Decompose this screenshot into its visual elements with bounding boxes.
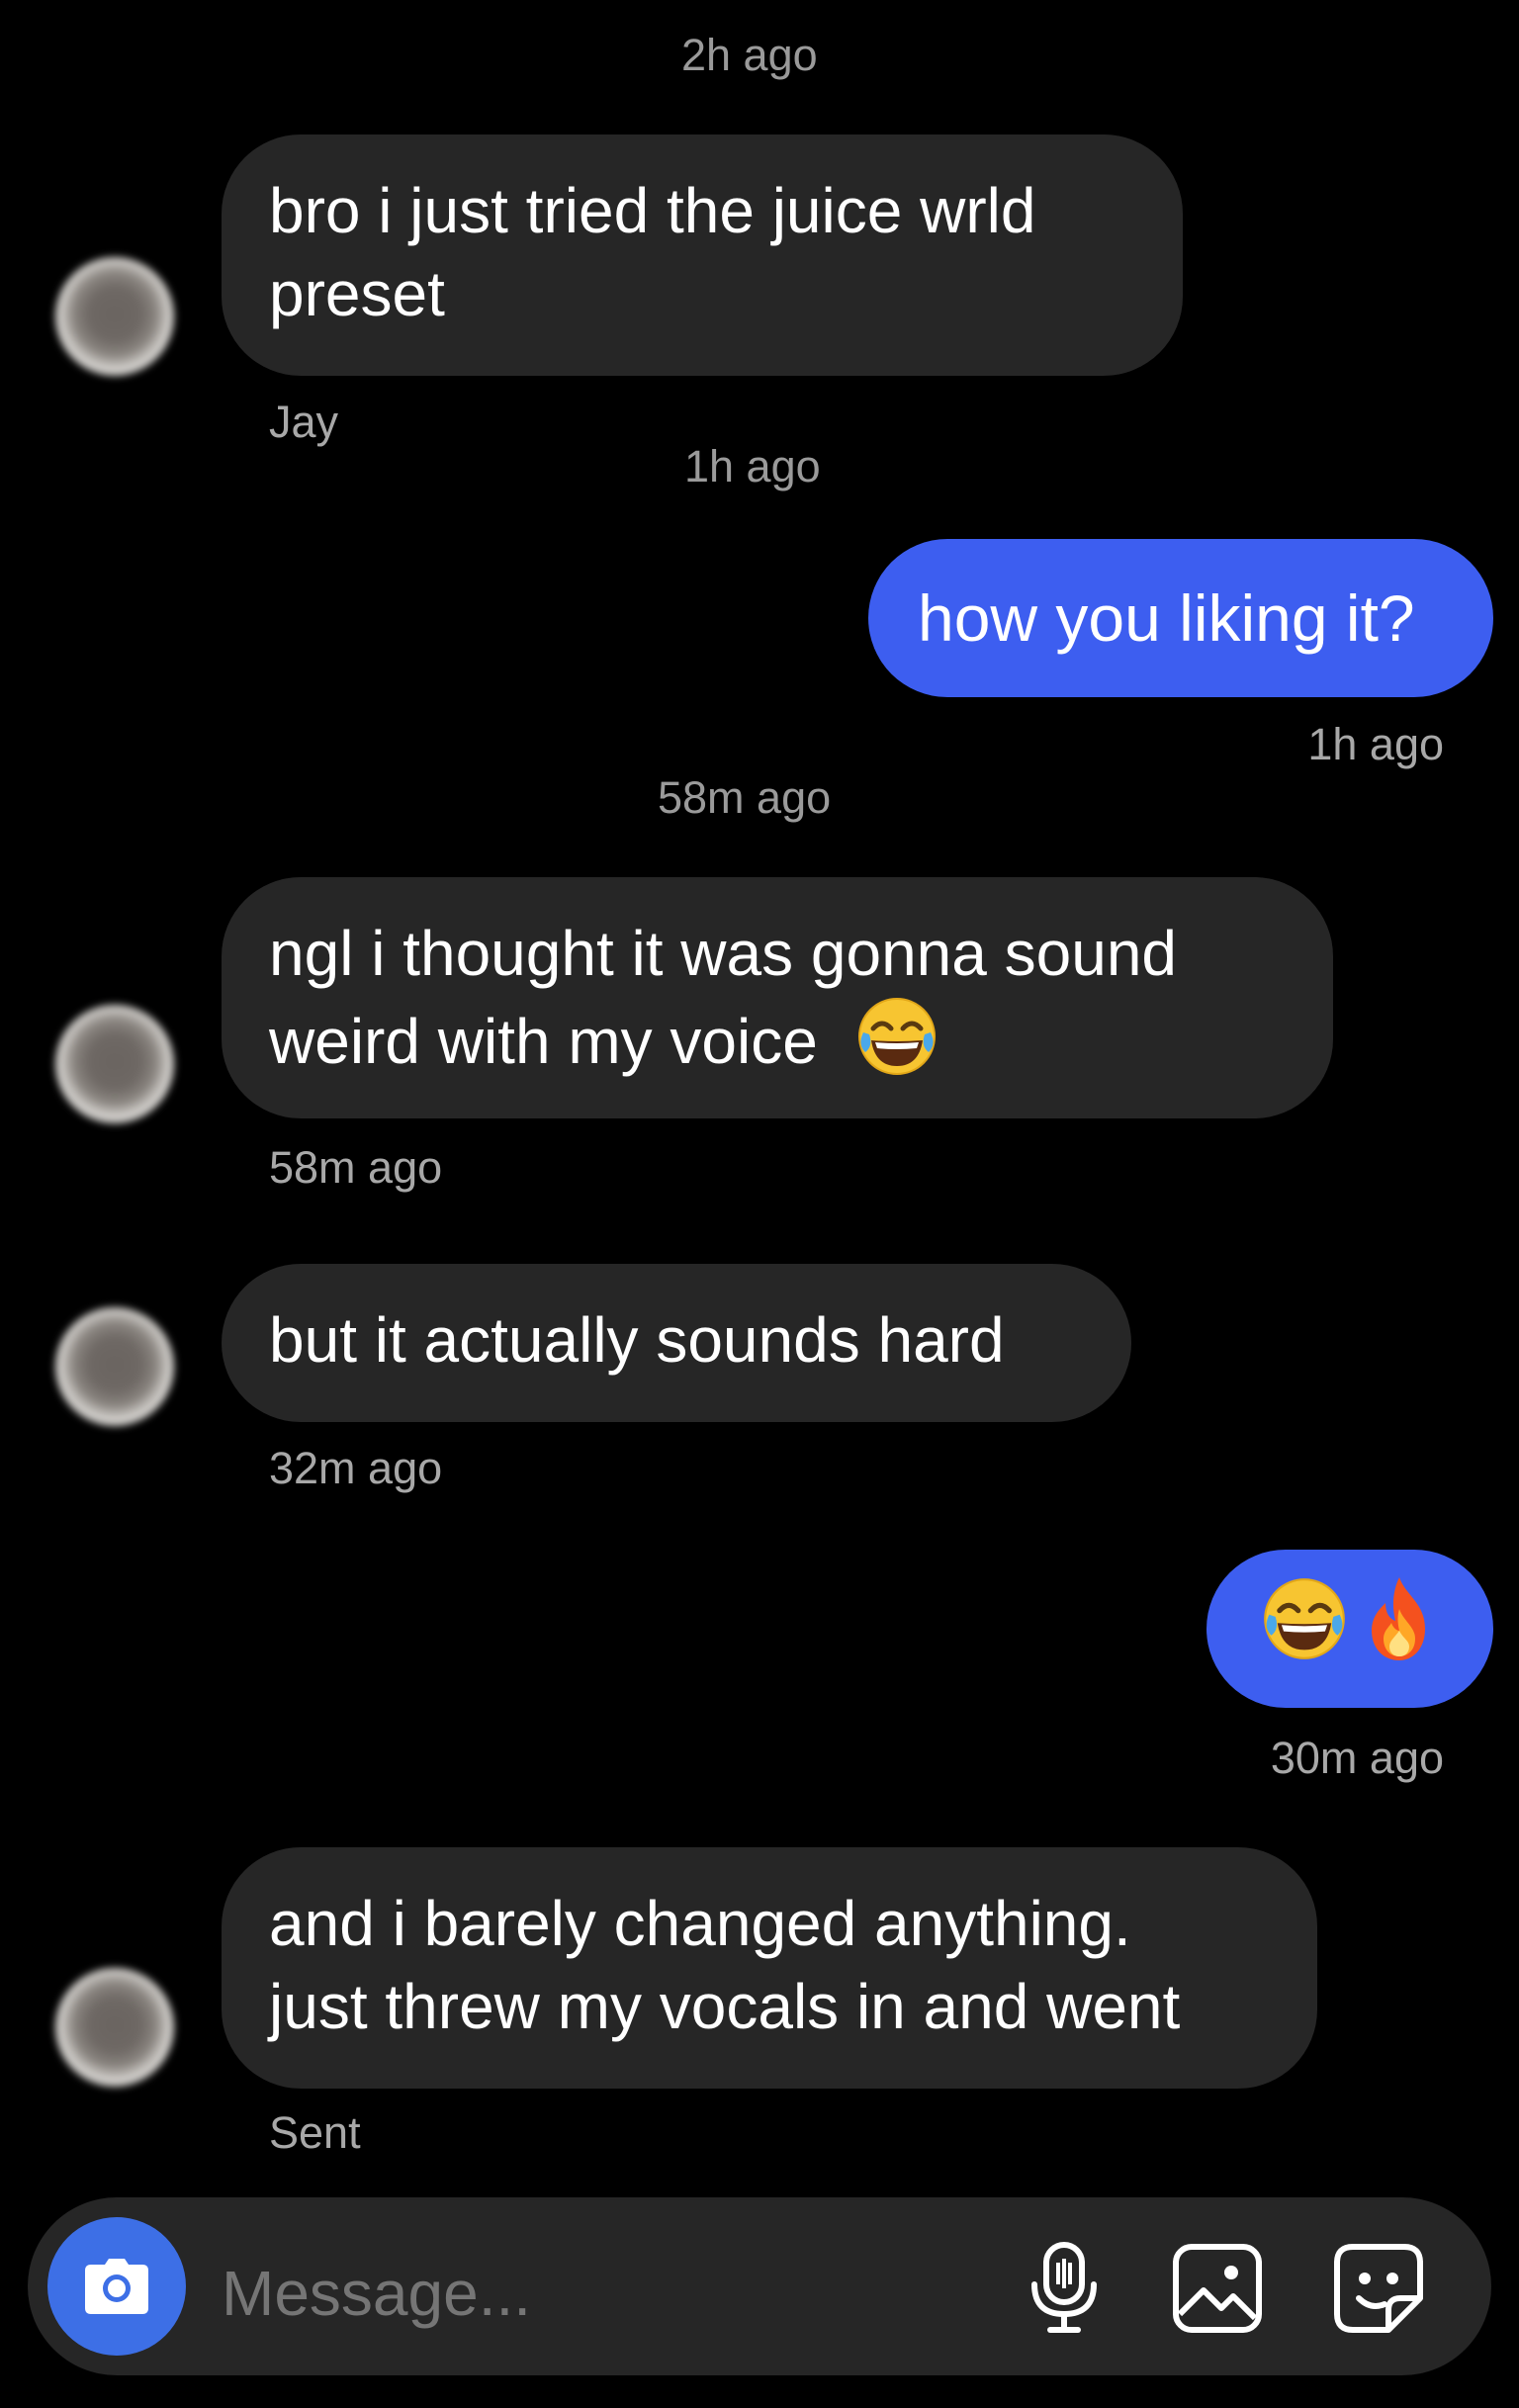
message-text: but it actually sounds hard <box>269 1304 1005 1376</box>
message-bubble-incoming[interactable]: ngl i thought it was gonna sound weird w… <box>222 877 1333 1118</box>
message-text-line: ngl i thought it was gonna sound <box>269 918 1177 989</box>
message-bubble-incoming[interactable]: and i barely changed anything. just thre… <box>222 1847 1317 2089</box>
sticker-button[interactable] <box>1331 2241 1426 2336</box>
message-bubble-outgoing[interactable]: how you liking it? <box>868 539 1493 697</box>
message-status: 30m ago <box>1270 1733 1444 1783</box>
avatar[interactable] <box>55 1005 174 1123</box>
message-text-line: weird with my voice <box>269 1005 818 1077</box>
gallery-button[interactable] <box>1170 2241 1265 2336</box>
avatar[interactable] <box>55 1968 174 2087</box>
avatar[interactable] <box>55 1307 174 1426</box>
timestamp: 1h ago <box>684 441 821 491</box>
camera-button[interactable] <box>47 2217 186 2356</box>
avatar[interactable] <box>55 257 174 376</box>
gallery-icon <box>1173 2244 1262 2333</box>
sticker-icon <box>1334 2244 1423 2333</box>
microphone-icon <box>1031 2242 1097 2333</box>
message-text: how you liking it? <box>918 581 1415 655</box>
message-text-line: bro i just tried the juice wrld <box>269 175 1036 246</box>
message-text-line: and i barely changed anything. <box>269 1888 1131 1959</box>
fire-icon <box>1360 1573 1439 1684</box>
message-bubble-outgoing[interactable] <box>1206 1550 1493 1708</box>
face-with-tears-of-joy-icon <box>1261 1575 1348 1682</box>
face-with-tears-of-joy-icon <box>855 995 938 1098</box>
message-meta: 32m ago <box>269 1443 443 1493</box>
timestamp: 58m ago <box>658 772 832 823</box>
camera-icon <box>85 2259 148 2314</box>
message-text-line: preset <box>269 258 445 329</box>
message-bubble-incoming[interactable]: but it actually sounds hard <box>222 1264 1131 1422</box>
message-meta: 58m ago <box>269 1142 443 1193</box>
message-meta: Sent <box>269 2107 361 2158</box>
sender-name: Jay <box>269 397 339 447</box>
message-composer <box>28 2197 1491 2375</box>
timestamp: 2h ago <box>681 30 818 80</box>
message-bubble-incoming[interactable]: bro i just tried the juice wrld preset <box>222 134 1183 376</box>
message-input[interactable] <box>222 2257 914 2330</box>
microphone-button[interactable] <box>1017 2241 1112 2336</box>
message-text-line: just threw my vocals in and went <box>269 1971 1181 2042</box>
message-status: 1h ago <box>1307 719 1444 769</box>
